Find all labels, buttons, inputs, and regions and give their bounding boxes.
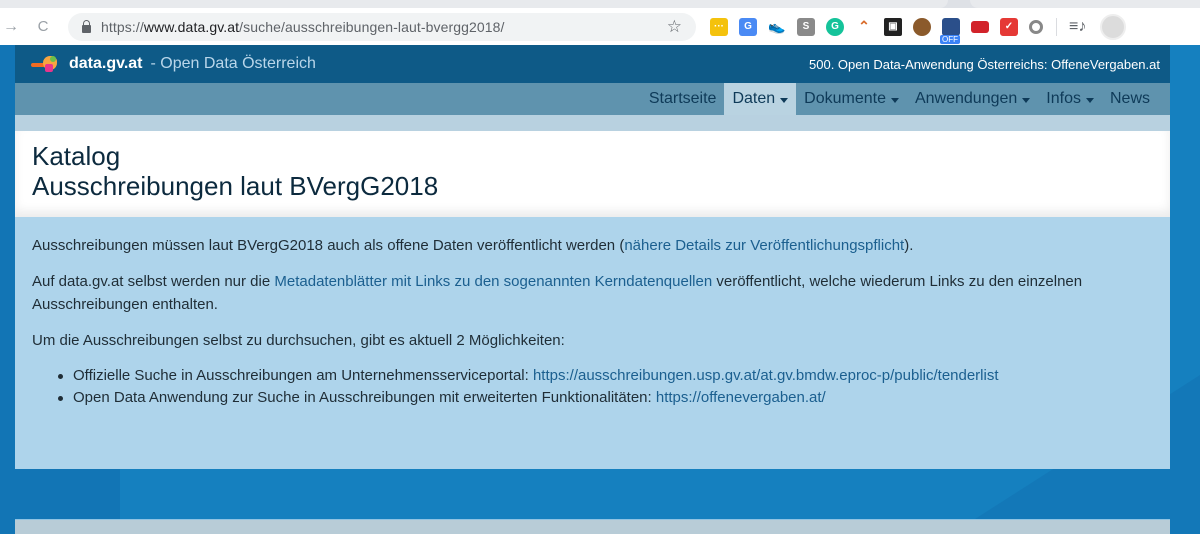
details-link[interactable]: nähere Details zur Veröffentlichungspfli… [624, 237, 904, 254]
list-item: Offizielle Suche in Ausschreibungen am U… [56, 365, 1153, 387]
url-path: /suche/ausschreibungen-laut-bvergg2018/ [239, 18, 505, 35]
red-extension-icon[interactable] [971, 20, 989, 33]
toolbar-divider [1056, 17, 1057, 36]
nav-item-infos[interactable]: Infos [1038, 83, 1102, 115]
page-title-card: Katalog Ausschreibungen laut BVergG2018 [15, 131, 1170, 217]
paragraph-metadata: Auf data.gv.at selbst werden nur die Met… [32, 270, 1153, 316]
text: ). [904, 237, 914, 254]
url-host: www.data.gv.at [143, 18, 240, 35]
brand-name[interactable]: data.gv.at [69, 55, 143, 73]
next-tab[interactable] [970, 0, 1200, 8]
s-extension-icon[interactable]: S [797, 17, 815, 36]
caret-down-icon [780, 97, 789, 103]
browser-toolbar: → C https://www.data.gv.at/suche/ausschr… [0, 8, 1200, 45]
active-tab[interactable] [0, 0, 948, 8]
forward-icon[interactable]: → [0, 16, 22, 38]
nav-item-news[interactable]: News [1102, 83, 1158, 115]
pocket-extension-icon[interactable]: ✓ [1000, 17, 1018, 36]
paragraph-search-options: Um die Ausschreibungen selbst zu durchsu… [32, 332, 565, 349]
sneaker-extension-icon[interactable]: 👟 [768, 18, 786, 36]
list-item: Open Data Anwendung zur Suche in Ausschr… [56, 387, 1153, 409]
site-header: data.gv.at - Open Data Österreich 500. O… [15, 45, 1170, 83]
text: Ausschreibungen müssen laut BVergG2018 a… [32, 237, 625, 254]
circle-extension-icon[interactable] [1029, 19, 1043, 34]
address-bar[interactable]: https://www.data.gv.at/suche/ausschreibu… [68, 12, 696, 41]
nav-label: Infos [1046, 90, 1081, 107]
nav-label: News [1109, 90, 1150, 107]
url-scheme: https:// [101, 18, 144, 35]
nav-label: Dokumente [804, 90, 886, 107]
main-nav: Startseite Daten Dokumente Anwendungen I… [15, 83, 1170, 115]
archive-extension-icon[interactable]: ▣ [884, 17, 902, 36]
brand-tagline: - Open Data Österreich [150, 55, 316, 72]
google-translate-icon[interactable]: G [739, 17, 757, 36]
media-control-icon[interactable]: ≡♪ [1069, 18, 1086, 36]
caret-down-icon [1022, 97, 1031, 103]
cookie-extension-icon[interactable] [913, 17, 931, 36]
paragraph-obligation: Ausschreibungen müssen laut BVergG2018 a… [32, 234, 1153, 257]
content-card: Ausschreibungen müssen laut BVergG2018 a… [15, 217, 1170, 469]
nav-item-anwendungen[interactable]: Anwendungen [907, 83, 1038, 115]
arc-extension-icon[interactable]: ⌃ [855, 18, 873, 36]
off-extension-icon[interactable]: OFF [940, 17, 960, 44]
text: Auf data.gv.at selbst werden nur die [32, 273, 275, 290]
page-title-line1: Katalog [32, 141, 121, 171]
metadata-link[interactable]: Metadatenblätter mit Links zu den sogena… [274, 273, 712, 290]
grammarly-icon[interactable]: G [826, 17, 844, 36]
page-title-line2: Ausschreibungen laut BVergG2018 [32, 171, 439, 201]
profile-avatar[interactable] [1100, 13, 1127, 40]
lock-icon [82, 19, 91, 33]
nav-label: Daten [732, 90, 776, 107]
caret-down-icon [890, 97, 899, 103]
nav-item-startseite[interactable]: Startseite [641, 83, 725, 115]
url-text[interactable]: https://www.data.gv.at/suche/ausschreibu… [101, 19, 505, 35]
next-section-card [15, 519, 1170, 534]
offenevergaben-link[interactable]: https://offenevergaben.at/ [656, 389, 826, 406]
nav-label: Startseite [648, 90, 717, 107]
bookmark-star-icon[interactable]: ☆ [667, 17, 682, 37]
off-badge: OFF [940, 34, 960, 44]
browser-tabstrip [0, 0, 1200, 8]
nav-item-daten[interactable]: Daten [724, 83, 797, 115]
text: Open Data Anwendung zur Suche in Ausschr… [73, 389, 656, 406]
usp-tenderlist-link[interactable]: https://ausschreibungen.usp.gv.at/at.gv.… [533, 367, 999, 384]
announcement-link[interactable]: 500. Open Data-Anwendung Österreichs: Of… [809, 57, 1160, 72]
data-gv-logo-icon [31, 55, 61, 73]
site-brand[interactable]: data.gv.at - Open Data Österreich [31, 55, 316, 73]
extensions-bar: ··· G 👟 S G ⌃ ▣ OFF ✓ ≡♪ [710, 13, 1127, 44]
reload-icon[interactable]: C [32, 16, 54, 38]
nav-item-dokumente[interactable]: Dokumente [796, 83, 907, 115]
extension-1-icon[interactable]: ··· [710, 17, 728, 36]
subnav-strip [15, 115, 1170, 131]
nav-label: Anwendungen [914, 90, 1018, 107]
search-options-list: Offizielle Suche in Ausschreibungen am U… [56, 365, 1153, 409]
text: Offizielle Suche in Ausschreibungen am U… [73, 367, 533, 384]
caret-down-icon [1085, 97, 1094, 103]
